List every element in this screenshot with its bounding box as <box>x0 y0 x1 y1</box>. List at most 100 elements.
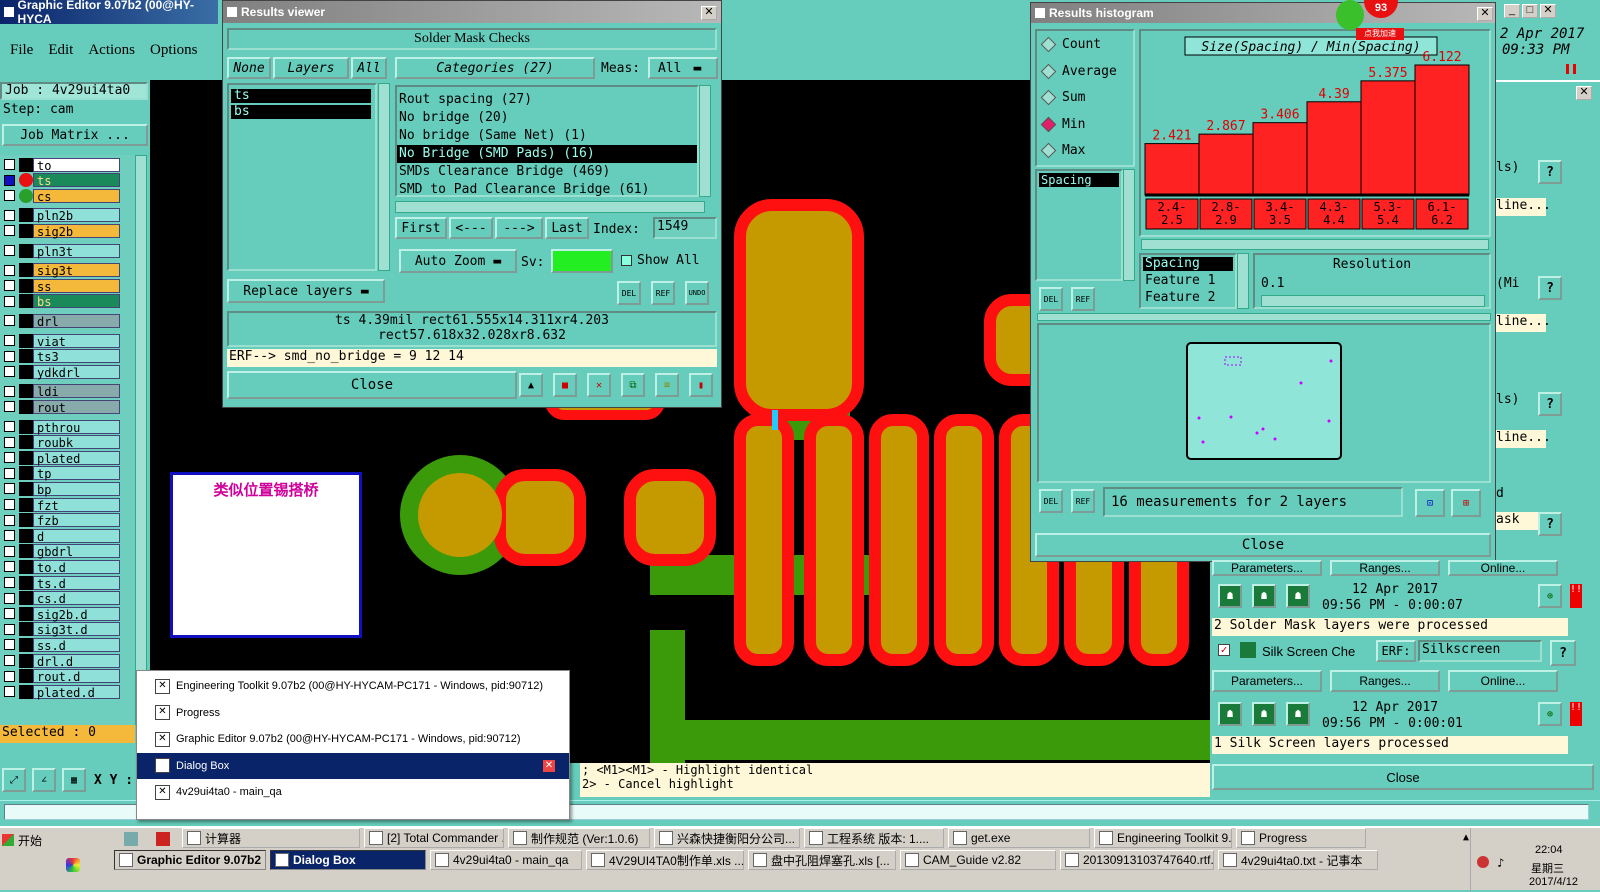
params-button-1[interactable]: Parameters... <box>1212 560 1322 576</box>
layer-checkbox[interactable] <box>4 421 15 432</box>
layer-checkbox[interactable] <box>4 315 15 327</box>
layer-checkbox[interactable] <box>4 366 15 378</box>
silk-zoom-icon[interactable]: ⊕ <box>1538 702 1562 726</box>
layer-row-sig2b.d[interactable]: sig2b.d <box>4 606 120 622</box>
layer-list-vscroll[interactable] <box>378 83 390 271</box>
layer-checkbox[interactable] <box>4 190 15 202</box>
radio-icon[interactable] <box>1040 63 1057 79</box>
layer-checkbox[interactable] <box>4 514 15 526</box>
layer-checkbox[interactable] <box>4 295 15 307</box>
grid-tool-icon[interactable]: ▦ <box>62 768 86 792</box>
chart-hscroll[interactable] <box>1141 239 1489 250</box>
layer-checkbox[interactable] <box>4 225 15 237</box>
popup-item[interactable]: ✕ Progress <box>137 700 569 726</box>
layer-checkbox[interactable] <box>4 159 15 170</box>
spacing-list-item[interactable]: Spacing <box>1039 173 1119 187</box>
layer-name[interactable]: tp <box>33 466 120 481</box>
auto-zoom-dropdown[interactable]: Auto Zoom ▬ <box>399 249 517 273</box>
layer-name[interactable]: ldi <box>33 384 120 399</box>
layer-name[interactable]: cs <box>33 188 120 204</box>
prev-button[interactable]: <--- <box>449 217 493 239</box>
checks-close-button[interactable]: Close <box>1212 764 1594 790</box>
taskbar-button[interactable]: Progress <box>1236 828 1366 848</box>
zoom-result-icon[interactable]: ⊕ <box>1538 584 1562 608</box>
layer-checkbox[interactable] <box>4 350 15 362</box>
next-button[interactable]: ---> <box>495 217 543 239</box>
taskbar-button[interactable]: 计算器 <box>182 828 360 848</box>
layer-name[interactable]: to.d <box>33 559 120 575</box>
undo-icon[interactable]: UNDO <box>685 281 709 305</box>
layer-row-plated.d[interactable]: plated.d <box>4 684 120 700</box>
category-item[interactable]: SMDs Clearance Bridge (469) <box>397 163 697 181</box>
highlight-icon[interactable]: ▲ <box>519 373 543 397</box>
maximize-icon[interactable]: □ <box>1522 4 1538 18</box>
silk-stop-icon[interactable]: ☗ <box>1286 702 1310 726</box>
help-icon[interactable]: ? <box>1538 392 1562 416</box>
layer-name[interactable]: drl <box>33 313 120 329</box>
feature-item-spacing[interactable]: Spacing <box>1143 257 1233 271</box>
layer-name[interactable]: fzt <box>33 497 120 513</box>
layer-row-d[interactable]: d <box>4 528 120 544</box>
menu-options[interactable]: Options <box>150 42 198 59</box>
feature-list[interactable]: Spacing Feature 1 Feature 2 <box>1139 253 1237 309</box>
none-button[interactable]: None <box>227 57 271 79</box>
colorful-icon[interactable] <box>66 858 80 872</box>
layer-row-pln2b[interactable]: pln2b <box>4 208 120 223</box>
network-icon[interactable] <box>1477 856 1489 868</box>
layer-checkbox[interactable] <box>4 264 15 276</box>
meas-dropdown[interactable]: All ▬ <box>648 57 718 79</box>
spacing-list[interactable]: Spacing <box>1035 169 1123 281</box>
alert-icon[interactable]: !! <box>1570 584 1582 608</box>
histogram-bar[interactable] <box>1198 133 1254 196</box>
layer-row-sig3t[interactable]: sig3t <box>4 263 120 278</box>
layer-name[interactable]: ydkdrl <box>33 364 120 380</box>
layer-row-ss.d[interactable]: ss.d <box>4 637 120 653</box>
layer-list-scrollbar[interactable] <box>135 155 147 725</box>
radio-icon[interactable] <box>1040 89 1057 106</box>
layer-row-bs[interactable]: bs <box>4 294 120 309</box>
layer-row-roubk[interactable]: roubk <box>4 435 120 450</box>
layer-checkbox[interactable] <box>4 655 15 666</box>
category-list[interactable]: Rout spacing (27) No bridge (20) No bridge… <box>395 85 699 197</box>
option-max[interactable]: Max <box>1040 142 1085 159</box>
layer-name[interactable]: fzb <box>33 513 120 528</box>
feature-item-2[interactable]: Feature 2 <box>1141 290 1235 307</box>
preview-ref-icon[interactable]: REF <box>1071 489 1095 513</box>
layer-name[interactable]: ts <box>33 173 120 188</box>
layer-checkbox[interactable] <box>4 561 15 573</box>
show-all-checkbox[interactable] <box>621 255 632 266</box>
layer-checkbox[interactable] <box>4 499 15 510</box>
layer-row-rout[interactable]: rout <box>4 399 120 415</box>
taskbar-button[interactable]: Engineering Toolkit 9.... <box>1094 828 1232 848</box>
layer-row-pthrou[interactable]: pthrou <box>4 419 120 435</box>
speed-badge[interactable]: 93 点我加速 <box>1336 0 1404 40</box>
layer-name[interactable]: sig3t <box>33 263 120 278</box>
layer-name[interactable]: rout <box>33 399 120 415</box>
layer-name[interactable]: d <box>33 528 120 544</box>
replace-layers-dropdown[interactable]: Replace layers ▬ <box>227 279 385 303</box>
layer-result-item[interactable]: ts <box>231 89 371 103</box>
taskbar-button[interactable]: CAM_Guide v2.82 <box>900 850 1056 870</box>
histogram-bar[interactable] <box>1144 143 1200 196</box>
radio-icon[interactable] <box>1040 36 1057 53</box>
feature-item-1[interactable]: Feature 1 <box>1141 273 1235 290</box>
taskbar-button[interactable]: 兴森快捷衡阳分公司... <box>654 828 800 848</box>
histogram-bar[interactable] <box>1414 64 1470 196</box>
layer-name[interactable]: ss <box>33 278 120 294</box>
stop-icon[interactable]: ☗ <box>1286 584 1310 608</box>
layer-name[interactable]: pthrou <box>33 419 120 435</box>
tray-chevron-icon[interactable]: ▲ <box>1463 832 1469 843</box>
layer-row-bp[interactable]: bp <box>4 481 120 497</box>
hist-del-icon[interactable]: DEL <box>1039 287 1063 311</box>
del-icon[interactable]: DEL <box>617 281 641 305</box>
results-viewer-close-button[interactable]: Close <box>227 371 517 399</box>
preview-hscroll[interactable] <box>1037 313 1491 321</box>
category-item[interactable]: Rout spacing (27) <box>397 91 697 109</box>
histogram-bar[interactable] <box>1252 122 1308 196</box>
layer-row-tp[interactable]: tp <box>4 466 120 481</box>
layer-name[interactable]: cs.d <box>33 591 120 606</box>
erf-button[interactable]: ERF: <box>1376 640 1416 662</box>
taskbar-button[interactable]: 4v29ui4ta0 - main_qa <box>430 850 582 870</box>
layer-row-sig2b[interactable]: sig2b <box>4 223 120 239</box>
layer-checkbox[interactable] <box>4 623 15 635</box>
